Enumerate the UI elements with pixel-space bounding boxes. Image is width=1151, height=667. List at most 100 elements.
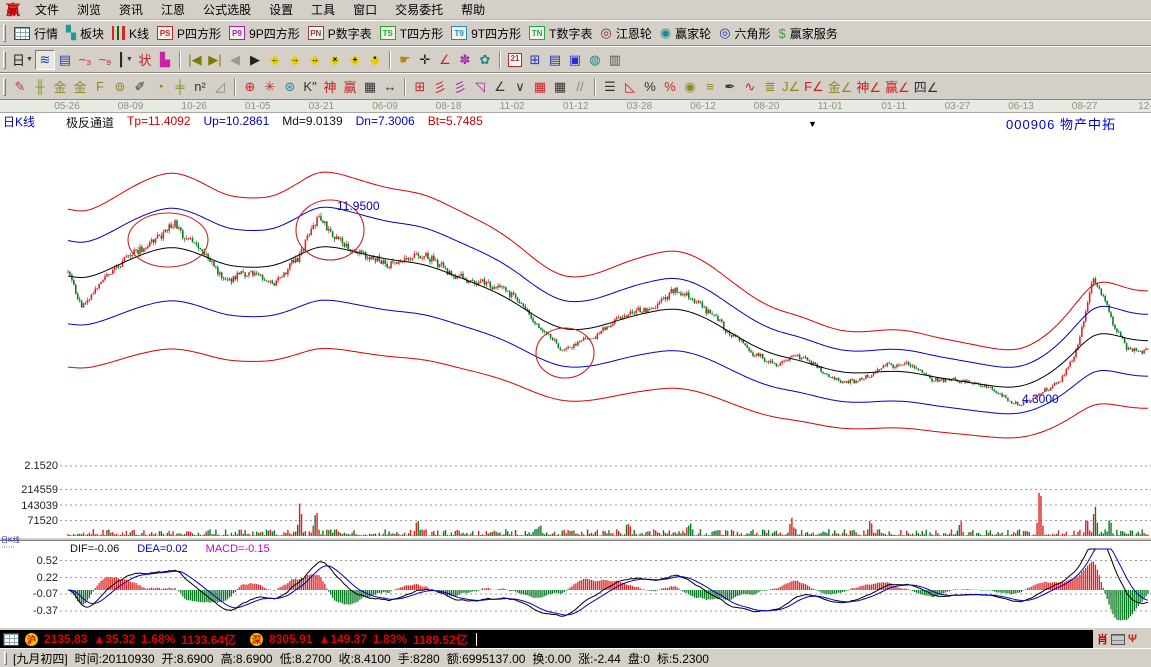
tool-diamond-right[interactable]: ◆→ — [285, 50, 305, 70]
tool-gold-circle[interactable]: ◉ — [680, 77, 700, 97]
toolbar-button-winner-wheel[interactable]: ◉赢家轮 — [656, 22, 715, 44]
candle-style-dropdown-icon[interactable]: ▼ — [126, 56, 133, 63]
tool-candle-style[interactable]: ┃▼ — [115, 50, 135, 70]
tool-fan-lines[interactable]: 彡 — [430, 77, 450, 97]
tool-diamond-left[interactable]: ◆← — [265, 50, 285, 70]
toolbar-button-p-number[interactable]: PNP数字表 — [304, 22, 376, 44]
tool-calculator[interactable]: ⊞ — [525, 50, 545, 70]
menu-文件[interactable]: 文件 — [26, 0, 68, 20]
tool-marker-pen[interactable]: ✐ — [130, 77, 150, 97]
pane-splitter[interactable] — [0, 537, 1151, 541]
toolbar-button-winner-service[interactable]: $赢家服务 — [775, 22, 842, 44]
tool-percent[interactable]: % — [640, 77, 660, 97]
tool-wave-3[interactable]: ~₃ — [75, 50, 95, 70]
tool-next-page[interactable]: ▶ — [245, 50, 265, 70]
tool-gann-box[interactable]: ⊞ — [410, 77, 430, 97]
data-drawer-icon[interactable] — [1111, 634, 1125, 645]
tool-ruler-123[interactable]: ▦ — [360, 77, 380, 97]
tool-spiral[interactable]: ⊚ — [110, 77, 130, 97]
tool-web-update[interactable]: ◍ — [585, 50, 605, 70]
tool-net-tool[interactable]: ✿ — [475, 50, 495, 70]
toolbar-button-9p-square[interactable]: P99P四方形 — [225, 22, 304, 44]
tool-gold-channel[interactable]: ≣ — [760, 77, 780, 97]
shanghai-index-icon[interactable]: 沪 — [25, 633, 38, 646]
toolbar-button-kline[interactable]: K线 — [108, 22, 153, 44]
tool-ink-mark[interactable]: ✒ — [720, 77, 740, 97]
tool-gold-ratio-b[interactable]: 金 — [70, 77, 90, 97]
tool-spider-web[interactable]: ⊛ — [280, 77, 300, 97]
tool-pencil-tool[interactable]: ✎ — [10, 77, 30, 97]
tool-color-chart[interactable]: ▙ — [155, 50, 175, 70]
tool-info-panel[interactable]: ▤ — [55, 50, 75, 70]
tool-chart-window[interactable]: ≋ — [35, 50, 55, 70]
toolbar-button-quotes[interactable]: 行情 — [10, 22, 62, 44]
tool-wave-fit[interactable]: ∿ — [740, 77, 760, 97]
menu-帮助[interactable]: 帮助 — [452, 0, 494, 20]
tool-time-cycle[interactable]: ◔ — [150, 77, 170, 97]
toolbar-button-hexagon[interactable]: ◎六角形 — [715, 22, 774, 44]
tool-gann-comb[interactable]: ╫ — [30, 77, 50, 97]
tool-angle-tool[interactable]: ∠ — [435, 50, 455, 70]
tool-parallel-lines[interactable]: // — [570, 77, 590, 97]
tool-trend-angle[interactable]: ∠ — [490, 77, 510, 97]
tool-diamond-star[interactable]: ◆* — [365, 50, 385, 70]
toolbar-button-sectors[interactable]: ▚板块 — [62, 22, 108, 44]
tool-shen-tool[interactable]: 神 — [320, 77, 340, 97]
tool-last-page[interactable]: ▶| — [205, 50, 225, 70]
tool-gold-level[interactable]: ≡ — [700, 77, 720, 97]
tool-calendar[interactable]: 21 — [505, 50, 525, 70]
tool-prev-page[interactable]: ◀ — [225, 50, 245, 70]
menu-工具[interactable]: 工具 — [302, 0, 344, 20]
toolbar-button-p-square[interactable]: PSP四方形 — [153, 22, 225, 44]
tool-save[interactable]: ▣ — [565, 50, 585, 70]
tool-fibonacci[interactable]: F — [90, 77, 110, 97]
tool-diamond-x[interactable]: ◆× — [325, 50, 345, 70]
menu-交易委托[interactable]: 交易委托 — [386, 0, 452, 20]
toolbar-button-gann-wheel[interactable]: ◎江恩轮 — [596, 22, 655, 44]
tool-grid-axis[interactable]: ▦ — [550, 77, 570, 97]
tool-hand-tool[interactable]: ☛ — [395, 50, 415, 70]
tool-zigzag[interactable]: ∨ — [510, 77, 530, 97]
tool-first-page[interactable]: |◀ — [185, 50, 205, 70]
tool-comb-2[interactable]: ╪ — [170, 77, 190, 97]
menu-窗口[interactable]: 窗口 — [344, 0, 386, 20]
menu-江恩[interactable]: 江恩 — [152, 0, 194, 20]
tool-pattern-select[interactable]: 状 — [135, 50, 155, 70]
menu-浏览[interactable]: 浏览 — [68, 0, 110, 20]
tool-notes[interactable]: ▤ — [545, 50, 565, 70]
tool-flower-tool[interactable]: ✽ — [455, 50, 475, 70]
tool-circle-cross[interactable]: ⊕ — [240, 77, 260, 97]
menu-资讯[interactable]: 资讯 — [110, 0, 152, 20]
tool-fan-box[interactable]: ◹ — [470, 77, 490, 97]
tool-percent-zone[interactable]: ◺ — [620, 77, 640, 97]
tool-star-wheel[interactable]: ✳ — [260, 77, 280, 97]
tool-mirror-angle[interactable]: ◿ — [210, 77, 230, 97]
toolbar-button-9t-square[interactable]: T99T四方形 — [447, 22, 525, 44]
tool-span-measure[interactable]: ↔ — [380, 77, 400, 97]
tool-ying-tool[interactable]: 赢 — [340, 77, 360, 97]
kline-pane-label[interactable]: 日K线 — [3, 113, 35, 130]
tool-gold-ratio-a[interactable]: 金 — [50, 77, 70, 97]
menu-公式选股[interactable]: 公式选股 — [194, 0, 260, 20]
toolbar-button-t-square[interactable]: TST四方形 — [376, 22, 447, 44]
connection-antenna-icon[interactable]: Ψ — [1128, 633, 1137, 645]
market-table-icon[interactable] — [3, 633, 19, 646]
tool-price-list[interactable]: ☰ — [600, 77, 620, 97]
tool-f-angle[interactable]: F∠ — [802, 77, 826, 97]
tool-n-square[interactable]: n² — [190, 77, 210, 97]
tool-fan-lines-2[interactable]: 彡 — [450, 77, 470, 97]
tool-j-angle[interactable]: J∠ — [780, 77, 802, 97]
toolbar-button-t-number[interactable]: TNT数字表 — [525, 22, 596, 44]
shenzhen-index-icon[interactable]: 深 — [250, 633, 263, 646]
tool-k-line-mark[interactable]: K″ — [300, 77, 320, 97]
tool-layout[interactable]: 日▼ — [10, 50, 35, 70]
tool-print[interactable]: ▥ — [605, 50, 625, 70]
tool-grid-red[interactable]: ▦ — [530, 77, 550, 97]
tool-diamond-h[interactable]: ◆↔ — [305, 50, 325, 70]
tool-gold-angle[interactable]: 金∠ — [826, 77, 855, 97]
menu-设置[interactable]: 设置 — [260, 0, 302, 20]
tool-shen-angle[interactable]: 神∠ — [854, 77, 883, 97]
pane-side-label[interactable]: 日K线 ⋯⋯ — [1, 537, 31, 551]
tool-wave-9[interactable]: ~₉ — [95, 50, 115, 70]
tool-cross-tool[interactable]: ✛ — [415, 50, 435, 70]
